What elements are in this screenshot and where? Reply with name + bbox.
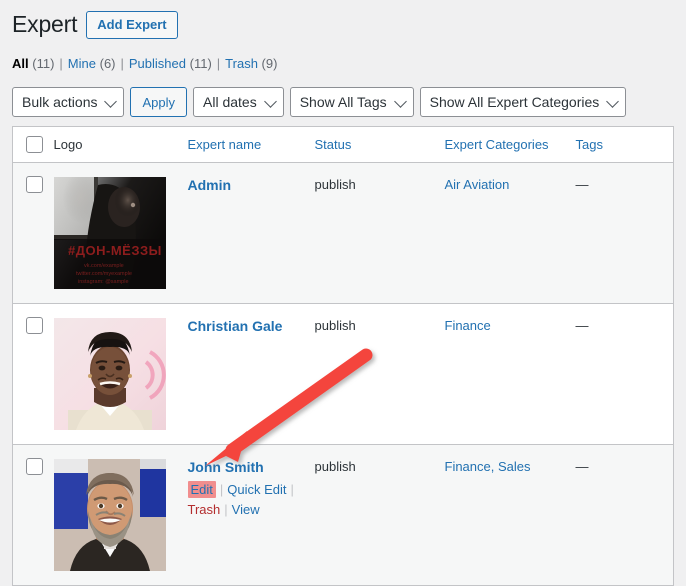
views-separator-3: | xyxy=(216,56,221,71)
svg-text:instagram: @sample: instagram: @sample xyxy=(78,279,129,285)
view-published: Published (11) xyxy=(129,51,212,77)
view-mine-link[interactable]: Mine xyxy=(68,56,96,71)
table-toolbar: Bulk actions Apply All dates Show All Ta… xyxy=(12,85,674,119)
expert-name-link[interactable]: John Smith xyxy=(188,459,264,475)
view-mine: Mine (6) xyxy=(68,51,116,77)
tags-filter-value: Show All Tags xyxy=(299,94,387,110)
expert-categories-filter-value: Show All Expert Categories xyxy=(429,94,600,110)
smiling-man-portrait-image xyxy=(53,318,166,430)
expert-logo-thumbnail[interactable] xyxy=(53,318,166,430)
view-trash-count: (9) xyxy=(261,56,278,71)
experts-table: Logo Expert name Status Expert Categorie… xyxy=(12,126,674,586)
date-filter-value: All dates xyxy=(203,94,257,110)
bulk-actions-select[interactable]: Bulk actions xyxy=(12,87,125,117)
column-header-name: Expert name xyxy=(187,126,315,163)
svg-text:vk.com/example: vk.com/example xyxy=(84,263,124,269)
row-checkbox[interactable] xyxy=(26,176,43,193)
row-select-cell xyxy=(12,162,54,304)
date-filter-select[interactable]: All dates xyxy=(193,87,284,117)
categories-cell: Finance, Sales xyxy=(444,444,576,586)
tags-filter-select[interactable]: Show All Tags xyxy=(289,87,414,117)
expert-category-link[interactable]: Finance xyxy=(445,318,491,333)
action-separator: | xyxy=(290,482,294,497)
table-head: Logo Expert name Status Expert Categorie… xyxy=(12,126,674,163)
categories-cell: Air Aviation xyxy=(444,162,576,304)
row-select-cell xyxy=(12,444,54,586)
action-separator: | xyxy=(219,482,224,497)
column-header-status: Status xyxy=(314,126,445,163)
action-separator: | xyxy=(224,501,228,517)
filter-by-categories-link[interactable]: Expert Categories xyxy=(445,137,549,152)
name-cell: Christian Gale xyxy=(188,304,315,445)
name-cell: John Smith Edit | Quick Edit | Trash | View xyxy=(187,444,315,586)
chevron-down-icon xyxy=(104,95,118,108)
logo-cell xyxy=(53,304,188,445)
view-all: All (11) xyxy=(12,51,54,77)
expert-categories-filter-select[interactable]: Show All Expert Categories xyxy=(419,87,627,117)
views-separator-2: | xyxy=(120,56,124,71)
name-cell: Admin xyxy=(187,162,315,304)
status-cell: publish xyxy=(314,444,445,586)
view-all-count: (11) xyxy=(32,56,55,71)
chevron-down-icon xyxy=(606,95,620,108)
table-header-row: Logo Expert name Status Expert Categorie… xyxy=(12,126,674,163)
apply-button[interactable]: Apply xyxy=(130,87,188,117)
logo-cell xyxy=(53,444,188,586)
svg-text:#ДОН-МЁЗЗЫ: #ДОН-МЁЗЗЫ xyxy=(68,243,162,258)
select-all-checkbox[interactable] xyxy=(26,136,43,153)
status-cell: publish xyxy=(314,318,356,333)
edit-link[interactable]: Edit xyxy=(187,481,216,498)
add-expert-button[interactable]: Add Expert xyxy=(86,10,178,39)
tags-cell: — xyxy=(575,162,674,304)
view-link[interactable]: View xyxy=(232,502,260,517)
table-row: John Smith Edit | Quick Edit | Trash | View p… xyxy=(12,444,674,586)
column-header-logo: Logo xyxy=(53,126,188,163)
expert-logo-thumbnail[interactable] xyxy=(53,459,166,571)
view-trash: Trash (9) xyxy=(225,51,277,77)
column-header-tags: Tags xyxy=(575,126,674,163)
expert-logo-thumbnail[interactable]: #ДОН-МЁЗЗЫ vk.com/example twitter.com/my… xyxy=(53,177,166,289)
expert-name-link[interactable]: Admin xyxy=(188,177,232,193)
trash-link[interactable]: Trash xyxy=(188,502,221,517)
page-title: Expert xyxy=(12,10,78,37)
tags-cell: — xyxy=(575,318,589,333)
view-trash-link[interactable]: Trash xyxy=(225,56,258,71)
expert-category-link[interactable]: Finance, Sales xyxy=(445,459,531,474)
select-all-header xyxy=(12,126,54,163)
page-header: Expert Add Expert xyxy=(12,0,674,42)
tags-cell: — xyxy=(575,444,674,586)
filter-by-tags-link[interactable]: Tags xyxy=(576,137,603,152)
quick-edit-link[interactable]: Quick Edit xyxy=(227,482,286,497)
table-row: Christian Gale publish Finance — xyxy=(12,304,674,445)
views-nav: All (11) | Mine (6) | Published (11) | T… xyxy=(12,51,674,77)
sort-by-status-link[interactable]: Status xyxy=(315,137,352,152)
logo-cell: #ДОН-МЁЗЗЫ vk.com/example twitter.com/my… xyxy=(53,162,188,304)
bulk-actions-value: Bulk actions xyxy=(22,94,98,110)
bearded-man-portrait-image xyxy=(53,459,166,571)
row-checkbox[interactable] xyxy=(26,458,43,475)
views-separator-1: | xyxy=(59,56,63,71)
expert-name-link[interactable]: Christian Gale xyxy=(188,318,283,334)
expert-category-link[interactable]: Air Aviation xyxy=(445,177,510,192)
row-select-cell xyxy=(13,304,54,445)
chevron-down-icon xyxy=(393,95,407,108)
status-cell: publish xyxy=(314,162,445,304)
admin-page-wrap: Expert Add Expert All (11) | Mine (6) | … xyxy=(0,0,686,586)
table-row: #ДОН-МЁЗЗЫ vk.com/example twitter.com/my… xyxy=(12,162,674,304)
view-mine-count: (6) xyxy=(99,56,116,71)
view-published-count: (11) xyxy=(189,56,212,71)
svg-text:twitter.com/myexample: twitter.com/myexample xyxy=(76,271,132,277)
row-actions: Edit | Quick Edit | Trash | View xyxy=(187,480,315,519)
categories-cell: Finance xyxy=(445,304,576,445)
sort-by-expert-name-link[interactable]: Expert name xyxy=(188,137,262,152)
row-checkbox[interactable] xyxy=(26,317,43,334)
chevron-down-icon xyxy=(263,95,277,108)
dark-window-portrait-image: #ДОН-МЁЗЗЫ vk.com/example twitter.com/my… xyxy=(53,177,166,289)
view-all-link[interactable]: All xyxy=(12,56,29,71)
table-body: #ДОН-МЁЗЗЫ vk.com/example twitter.com/my… xyxy=(12,162,674,586)
column-header-categories: Expert Categories xyxy=(444,126,576,163)
view-published-link[interactable]: Published xyxy=(129,56,186,71)
